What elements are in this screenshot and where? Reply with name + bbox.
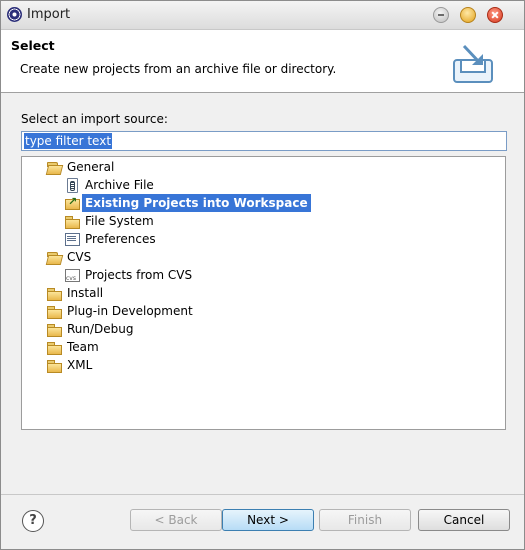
tree-item-install[interactable]: Install: [46, 284, 106, 302]
folder-icon: [46, 321, 62, 337]
minimize-button[interactable]: [433, 7, 449, 23]
window-title: Import: [27, 7, 71, 22]
tree-item-projects-from-cvs[interactable]: Projects from CVS: [64, 266, 195, 288]
tree-item-team[interactable]: Team: [46, 338, 102, 356]
tree-item-label: XML: [67, 358, 93, 372]
next-button[interactable]: Next >: [222, 509, 314, 531]
tree-item-cvs[interactable]: CVS: [46, 248, 94, 266]
tree-item-label: Install: [67, 286, 104, 300]
back-button[interactable]: < Back: [130, 509, 222, 531]
import-wizard-icon: [453, 44, 493, 83]
maximize-button[interactable]: [460, 7, 476, 23]
tree-item-existing-projects[interactable]: Existing Projects into Workspace: [64, 193, 311, 212]
help-icon[interactable]: ?: [22, 510, 44, 532]
tree-item-label: General: [67, 160, 115, 174]
tree-item-archive-file[interactable]: Archive File: [64, 176, 157, 194]
folder-open-icon: [46, 159, 62, 175]
tree-item-label: Team: [67, 340, 99, 354]
folder-icon: [46, 285, 62, 301]
tree-item-label: Projects from CVS: [85, 268, 193, 282]
title-bar[interactable]: Import: [1, 1, 524, 30]
preferences-icon: [64, 231, 80, 247]
filter-placeholder-text: type filter text: [24, 133, 113, 149]
page-title: Select: [11, 38, 55, 53]
tree-item-label: Run/Debug: [67, 322, 134, 336]
import-source-tree[interactable]: General Archive File Existing Projects i…: [21, 156, 506, 430]
archive-file-icon: [64, 177, 80, 193]
tree-item-xml[interactable]: XML: [46, 356, 95, 374]
import-source-label: Select an import source:: [21, 112, 168, 126]
import-dialog: Import Select Create new projects from a…: [0, 0, 525, 550]
cvs-project-icon: [64, 267, 80, 288]
cancel-button[interactable]: Cancel: [418, 509, 510, 531]
folder-icon: [46, 303, 62, 319]
tree-item-label: Plug-in Development: [67, 304, 193, 318]
folder-icon: [64, 213, 80, 229]
tree-item-label: Archive File: [85, 178, 154, 192]
tree-item-plugin-development[interactable]: Plug-in Development: [46, 302, 196, 320]
tree-item-run-debug[interactable]: Run/Debug: [46, 320, 137, 338]
wizard-header: Select Create new projects from an archi…: [1, 30, 524, 93]
tree-item-preferences[interactable]: Preferences: [64, 230, 159, 248]
folder-icon: [46, 339, 62, 355]
projects-icon: [64, 193, 80, 211]
tree-item-general[interactable]: General: [46, 158, 117, 176]
tree-item-label: Existing Projects into Workspace: [82, 194, 311, 212]
tree-item-label: File System: [85, 214, 154, 228]
button-bar-separator: [1, 494, 524, 495]
finish-button[interactable]: Finish: [319, 509, 411, 531]
tree-item-label: Preferences: [85, 232, 156, 246]
eclipse-icon: [7, 7, 22, 22]
page-description: Create new projects from an archive file…: [20, 62, 337, 76]
folder-open-icon: [46, 249, 62, 265]
folder-icon: [46, 357, 62, 373]
tree-item-file-system[interactable]: File System: [64, 212, 157, 230]
tree-item-label: CVS: [67, 250, 92, 264]
close-button[interactable]: [487, 7, 503, 23]
